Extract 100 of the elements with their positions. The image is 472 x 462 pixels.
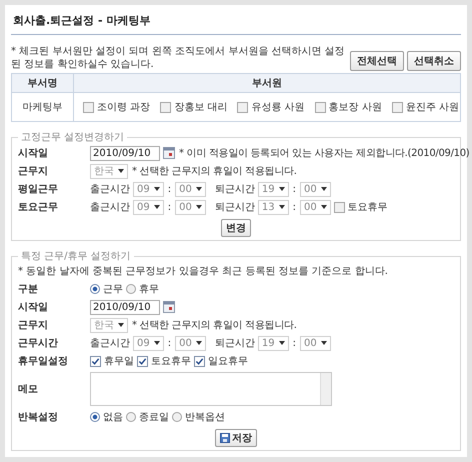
colon: : bbox=[168, 184, 172, 194]
dropdown[interactable]: 09 bbox=[133, 200, 164, 214]
field-label: 근무지 bbox=[18, 165, 49, 178]
dropdown[interactable]: 19 bbox=[258, 336, 289, 350]
checkbox-label: 토요휴무 bbox=[348, 201, 388, 214]
radio-label: 휴무 bbox=[139, 283, 159, 296]
colon: : bbox=[292, 338, 296, 348]
member-name: 유성룡 사원 bbox=[251, 101, 305, 114]
radio-button[interactable] bbox=[126, 412, 136, 422]
caret-icon bbox=[154, 341, 160, 345]
field-label: 휴무일설정 bbox=[18, 355, 69, 368]
column-header: 부서명 bbox=[12, 74, 74, 92]
time-label: 출근시간 bbox=[90, 183, 130, 196]
save-icon bbox=[220, 433, 230, 443]
field-label: 근무지 bbox=[18, 319, 49, 332]
radio-label: 없음 bbox=[103, 411, 123, 424]
caret-icon bbox=[320, 187, 327, 191]
checkbox[interactable] bbox=[137, 356, 148, 366]
submit-button[interactable]: 저장 bbox=[215, 429, 257, 447]
radio-label: 반복옵션 bbox=[185, 411, 225, 424]
time-label: 퇴근시간 bbox=[214, 183, 255, 196]
caret-icon bbox=[278, 187, 285, 191]
field-label: 메모 bbox=[18, 383, 39, 396]
radio-button[interactable] bbox=[126, 284, 136, 294]
dropdown[interactable]: 00 bbox=[175, 336, 206, 350]
notice-text: * 체크된 부서원만 설정이 되며 왼쪽 조직도에서 부서원을 선택하시면 설정된 정보를 확인하실수 있습니다. bbox=[11, 45, 346, 71]
field-label: 시작일 bbox=[18, 301, 49, 314]
colon: : bbox=[292, 184, 296, 194]
radio-label: 근무 bbox=[103, 283, 123, 296]
dropdown[interactable]: 19 bbox=[258, 182, 289, 196]
radio-label: 종료일 bbox=[139, 411, 169, 424]
field-label: 토요근무 bbox=[18, 201, 59, 214]
checkbox[interactable] bbox=[392, 102, 403, 112]
colon: : bbox=[292, 202, 296, 212]
dropdown[interactable]: 13 bbox=[258, 200, 289, 214]
dropdown[interactable]: 09 bbox=[133, 182, 164, 196]
section-legend: 특정 근무/휴무 설정하기 bbox=[18, 249, 134, 263]
checkbox[interactable] bbox=[194, 356, 205, 366]
caret-icon bbox=[320, 205, 327, 209]
memo-field[interactable] bbox=[90, 372, 332, 406]
colon: : bbox=[168, 338, 172, 348]
calendar-icon[interactable] bbox=[163, 301, 175, 313]
select-button[interactable]: 전체선택 bbox=[350, 51, 404, 71]
dropdown[interactable]: 한국 bbox=[90, 164, 128, 178]
note-text: * 선택한 근무지의 휴일이 적용됩니다. bbox=[132, 165, 297, 178]
time-label: 퇴근시간 bbox=[214, 201, 255, 214]
field-label: 시작일 bbox=[18, 147, 49, 160]
caret-icon bbox=[278, 341, 285, 345]
caret-icon bbox=[196, 341, 202, 345]
dropdown[interactable]: 00 bbox=[300, 200, 331, 214]
date-field[interactable]: 2010/09/10 bbox=[90, 146, 160, 160]
time-label: 출근시간 bbox=[90, 337, 130, 350]
scrollbar[interactable] bbox=[320, 373, 331, 405]
checkbox-label: 휴무일 bbox=[104, 355, 134, 368]
field-label: 반복설정 bbox=[18, 411, 59, 424]
dropdown[interactable]: 00 bbox=[175, 200, 206, 214]
caret-icon bbox=[154, 187, 160, 191]
time-label: 퇴근시간 bbox=[214, 337, 255, 350]
calendar-icon[interactable] bbox=[163, 147, 175, 159]
column-header: 부서원 bbox=[74, 74, 460, 92]
checkbox[interactable] bbox=[90, 356, 101, 366]
submit-button[interactable]: 변경 bbox=[221, 219, 251, 237]
radio-button[interactable] bbox=[90, 412, 100, 422]
select-button[interactable]: 선택취소 bbox=[407, 51, 461, 71]
dropdown[interactable]: 00 bbox=[300, 336, 331, 350]
dropdown[interactable]: 09 bbox=[133, 336, 164, 350]
checkbox[interactable] bbox=[83, 102, 94, 112]
radio-button[interactable] bbox=[90, 284, 100, 294]
caret-icon bbox=[118, 323, 124, 327]
note-text: * 동일한 날자에 중복된 근무정보가 있을경우 최근 등록된 정보를 기준으로 합니다. bbox=[18, 265, 389, 278]
dropdown[interactable]: 00 bbox=[175, 182, 206, 196]
note-text: * 이미 적용일이 등록되어 있는 사용자는 제외합니다.(2010/09/10) bbox=[179, 147, 470, 160]
section-legend: 고정근무 설정변경하기 bbox=[18, 130, 128, 144]
member-name: 홍보장 사원 bbox=[328, 101, 382, 114]
checkbox[interactable] bbox=[314, 102, 326, 112]
caret-icon bbox=[196, 205, 202, 209]
date-field[interactable]: 2010/09/10 bbox=[90, 300, 160, 314]
member-name: 윤진주 사원 bbox=[406, 101, 459, 114]
page-title: 회사출.퇴근설정 - 마케팅부 bbox=[11, 10, 461, 35]
table-cell: 마케팅부 bbox=[12, 92, 74, 122]
checkbox[interactable] bbox=[237, 102, 248, 112]
note-text: * 선택한 근무지의 휴일이 적용됩니다. bbox=[132, 319, 297, 332]
caret-icon bbox=[118, 169, 124, 173]
member-name: 조이령 과장 bbox=[97, 101, 150, 114]
dropdown[interactable]: 00 bbox=[300, 182, 331, 196]
caret-icon bbox=[320, 341, 327, 345]
time-label: 출근시간 bbox=[90, 201, 130, 214]
checkbox[interactable] bbox=[334, 202, 345, 212]
field-label: 근무시간 bbox=[18, 337, 59, 350]
checkbox-label: 일요휴무 bbox=[208, 355, 248, 368]
member-name: 장홍보 대리 bbox=[174, 101, 228, 114]
checkbox-label: 토요휴무 bbox=[151, 355, 191, 368]
radio-button[interactable] bbox=[172, 412, 182, 422]
colon: : bbox=[168, 202, 172, 212]
caret-icon bbox=[196, 187, 202, 191]
field-label: 평일근무 bbox=[18, 183, 59, 196]
field-label: 구분 bbox=[18, 283, 39, 296]
dropdown[interactable]: 한국 bbox=[90, 318, 128, 332]
checkbox[interactable] bbox=[160, 102, 172, 112]
caret-icon bbox=[154, 205, 160, 209]
